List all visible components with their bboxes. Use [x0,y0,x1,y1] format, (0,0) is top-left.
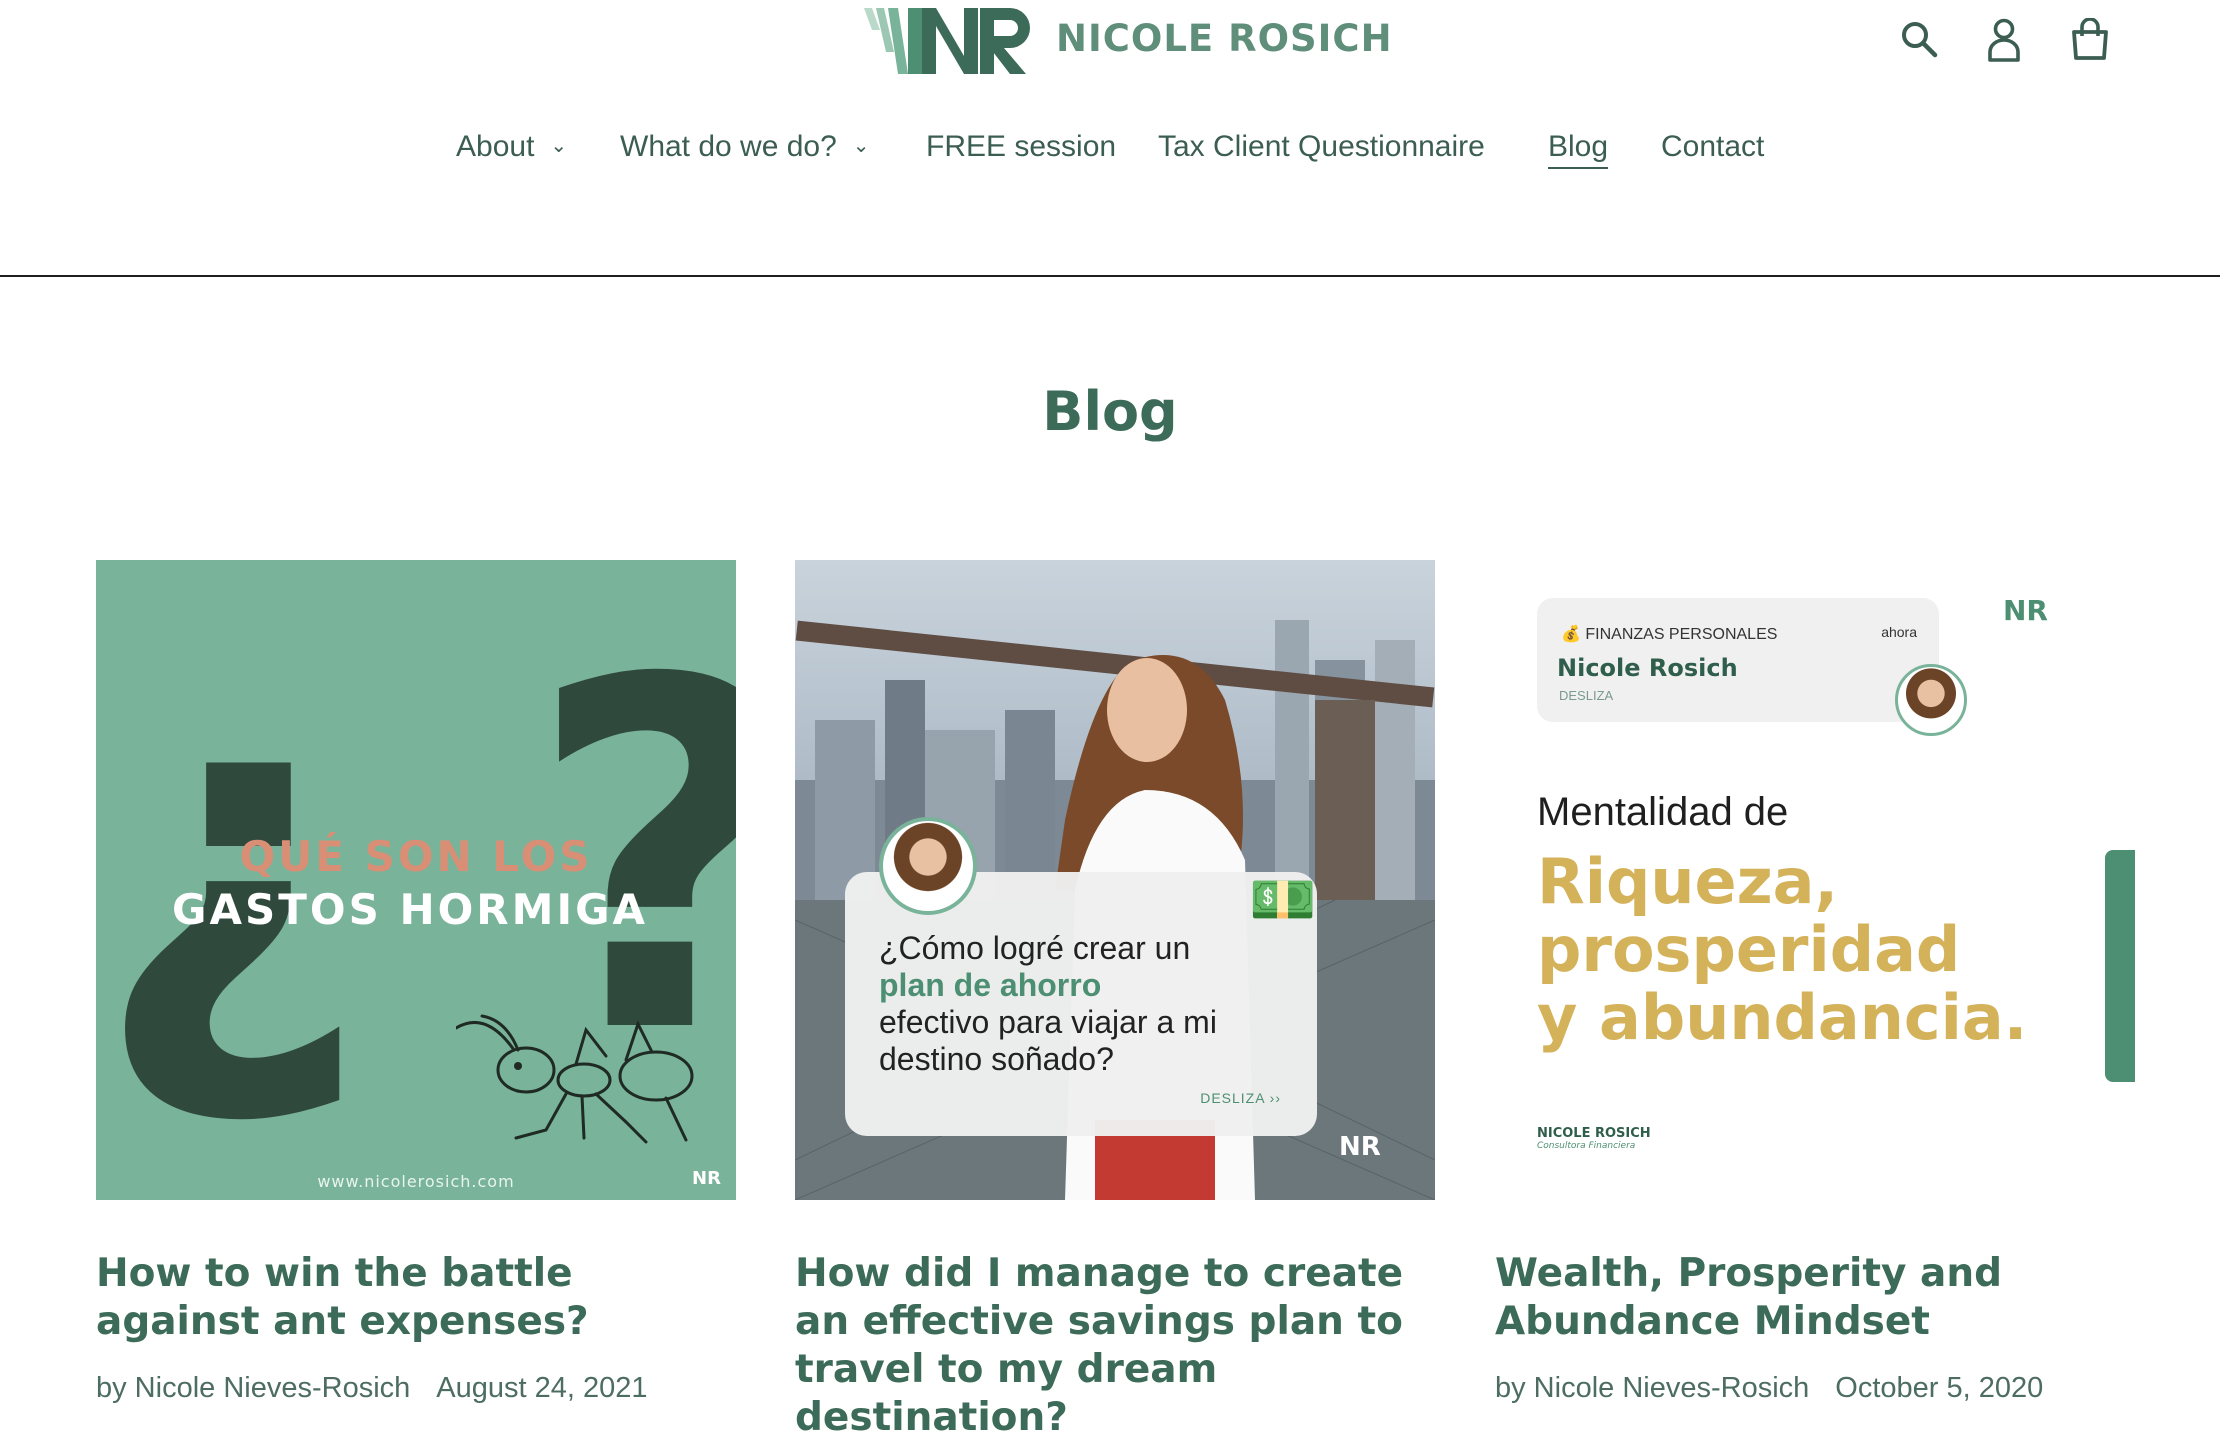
site-header: NICOLE ROSICH About ⌄ What do we do? ⌄ FRE… [0,0,2220,277]
nr-mini-logo: NR [692,1168,721,1189]
money-icon: 💵 [1249,868,1317,931]
decorative-tab [2105,850,2135,1082]
swipe-cta: DESLIZA ›› [1200,1090,1281,1106]
notification-app: 💰 FINANZAS PERSONALES [1561,626,1778,643]
chevron-down-icon: ⌄ [550,135,568,157]
post-title[interactable]: How did I manage to create an effective … [795,1250,1435,1442]
chevron-down-icon: ⌄ [852,135,870,157]
image-headline-2: GASTOS HORMIGA [172,885,649,934]
main-nav: About ⌄ What do we do? ⌄ FREE session Tax … [0,130,2220,180]
image-headline-1: QUÉ SON LOS [239,832,593,881]
msg-text-highlight: plan de ahorro [879,967,1102,1003]
post-date: August 24, 2021 [436,1372,648,1404]
search-icon[interactable] [1900,20,1938,62]
notification-sender: Nicole Rosich [1557,654,1738,682]
post-meta: by Nicole Nieves-Rosich August 24, 2021 [96,1372,648,1405]
post-image[interactable]: ¿Cómo logré crear un plan de ahorro efec… [795,560,1435,1200]
site-url: www.nicolerosich.com [317,1172,515,1191]
avatar [1895,664,1967,736]
image-brand: NICOLE ROSICH Consultora Financiera [1537,1126,1651,1151]
post-author: by Nicole Nieves-Rosich [1495,1372,1810,1404]
notification-time: ahora [1881,624,1917,640]
cart-icon[interactable] [2070,17,2110,64]
post-meta: by Nicole Nieves-Rosich October 5, 2020 [1495,1372,2043,1405]
msg-text-pre: ¿Cómo logré crear un [879,930,1191,966]
post-image[interactable]: 💰 FINANZAS PERSONALES ahora Nicole Rosic… [1495,560,2135,1200]
ant-icon [456,1014,694,1144]
post-image[interactable]: ¿ ? QUÉ SON LOS GASTOS HORMIGA www.nicol… [96,560,736,1200]
nav-item-free-session[interactable]: FREE session [926,130,1116,164]
post-title[interactable]: Wealth, Prosperity and Abundance Mindset [1495,1250,2135,1346]
site-logo[interactable]: NICOLE ROSICH [864,0,1393,80]
brand-name: NICOLE ROSICH [1056,16,1393,60]
nav-item-about[interactable]: About ⌄ [456,130,567,164]
nav-item-tax-questionnaire[interactable]: Tax Client Questionnaire [1158,130,1485,164]
page-title: Blog [1042,380,1178,443]
nav-item-contact[interactable]: Contact [1661,130,1764,164]
image-big-text: Riqueza, prosperidad y abundancia. [1537,845,2028,1054]
post-date: October 5, 2020 [1835,1372,2044,1404]
notification-sub: DESLIZA [1559,688,1614,703]
nr-mini-logo: NR [1339,1132,1381,1162]
nr-mini-logo: NR [2003,594,2048,627]
post-title[interactable]: How to win the battle against ant expens… [96,1250,736,1346]
msg-text-post: efectivo para viajar a mi destino soñado… [879,1004,1217,1077]
nr-logo-icon [864,8,1030,74]
post-author: by Nicole Nieves-Rosich [96,1372,411,1404]
nav-item-what-do-we-do[interactable]: What do we do? ⌄ [620,130,870,164]
nav-item-blog[interactable]: Blog [1548,130,1609,169]
image-heading: Mentalidad de [1537,790,1789,834]
avatar [879,817,977,915]
notification-card: 💰 FINANZAS PERSONALES ahora Nicole Rosic… [1537,598,1939,722]
account-icon[interactable] [1987,18,2021,66]
